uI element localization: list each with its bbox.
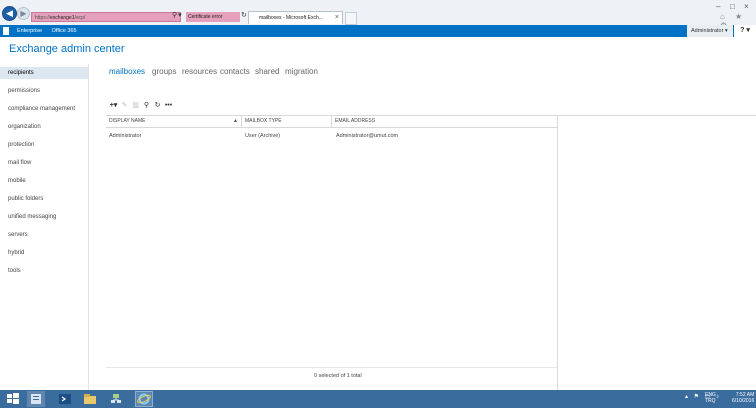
left-nav: recipients permissions compliance manage…	[0, 64, 89, 390]
forward-arrow-icon[interactable]: ▶	[17, 7, 30, 20]
server-manager-icon[interactable]	[27, 391, 45, 407]
nav-item-unified-messaging[interactable]: unified messaging	[0, 211, 88, 223]
search-icon[interactable]: ⚲	[141, 101, 152, 109]
nav-item-mobile[interactable]: mobile	[0, 175, 88, 187]
clock[interactable]: 7:52 AM 6/10/2016	[732, 392, 754, 404]
delete-icon: ▥	[132, 102, 139, 109]
column-header-display-name-label: DISPLAY NAME	[109, 118, 146, 124]
network-icon[interactable]	[107, 391, 125, 407]
nav-item-recipients[interactable]: recipients	[0, 67, 88, 79]
browser-tab[interactable]: mailboxes - Microsoft Exch... ×	[248, 11, 343, 24]
details-pane-divider[interactable]	[557, 115, 558, 391]
topbar-link-office365[interactable]: Office 365	[52, 28, 77, 34]
grid-footer-divider	[106, 367, 557, 368]
certificate-error-badge[interactable]: Certificate error	[186, 12, 240, 22]
suite-bar: Enterprise Office 365	[0, 25, 756, 37]
tab-shared[interactable]: shared	[255, 67, 279, 76]
tab-mailboxes[interactable]: mailboxes	[109, 67, 145, 76]
office-logo-icon	[3, 27, 9, 35]
language-indicator[interactable]: ENG TRQ	[705, 392, 716, 404]
clock-date: 6/10/2016	[732, 398, 755, 404]
address-suffix: /ecp/	[74, 15, 86, 21]
tab-contacts[interactable]: contacts	[220, 67, 250, 76]
powershell-icon[interactable]	[56, 391, 74, 407]
refresh-page-icon[interactable]: ↻	[241, 11, 247, 19]
close-window-icon[interactable]: ×	[744, 2, 749, 11]
tab-migration[interactable]: migration	[285, 67, 318, 76]
cell-email-address: Administrator@umut.com	[336, 133, 399, 139]
minimize-icon[interactable]: –	[716, 2, 720, 11]
certificate-error-label: Certificate error	[188, 14, 223, 20]
close-tab-icon[interactable]: ×	[335, 12, 339, 24]
nav-item-hybrid[interactable]: hybrid	[0, 247, 88, 259]
cell-mailbox-type: User (Archive)	[245, 133, 281, 139]
nav-item-mail-flow[interactable]: mail flow	[0, 157, 88, 169]
nav-item-tools[interactable]: tools	[0, 265, 88, 277]
nav-item-permissions[interactable]: permissions	[0, 85, 88, 97]
topbar-link-enterprise[interactable]: Enterprise	[17, 28, 42, 34]
column-header-email-address[interactable]: EMAIL ADDRESS	[332, 115, 558, 127]
nav-item-protection[interactable]: protection	[0, 139, 88, 151]
page-title: Exchange admin center	[9, 43, 125, 55]
tab-resources[interactable]: resources	[182, 67, 217, 76]
tray-region: TRQ	[705, 398, 716, 404]
internet-explorer-icon[interactable]	[135, 391, 153, 407]
back-arrow-icon[interactable]: ◀	[2, 6, 17, 21]
new-tab-button[interactable]	[345, 12, 357, 25]
tab-groups[interactable]: groups	[152, 67, 176, 76]
refresh-icon[interactable]: ↻	[152, 101, 163, 109]
column-header-display-name[interactable]: DISPLAY NAME ▲	[106, 115, 242, 127]
selection-status: 0 selected of 1 total	[314, 373, 362, 379]
grid-toolbar: +▾ ✎ ▥ ⚲ ↻ •••	[108, 101, 174, 111]
address-prefix: https://	[35, 15, 51, 21]
mailbox-grid	[106, 115, 756, 392]
nav-item-organization[interactable]: organization	[0, 121, 88, 133]
address-search-icon[interactable]: ⚲▾	[172, 11, 183, 19]
edit-icon: ✎	[121, 102, 128, 109]
user-menu[interactable]: Administrator ▾	[687, 25, 733, 37]
nav-item-public-folders[interactable]: public folders	[0, 193, 88, 205]
address-bar[interactable]: https://exchange1/ecp/	[31, 12, 181, 22]
more-icon[interactable]: •••	[163, 102, 174, 109]
help-button[interactable]: ? ▾	[734, 25, 756, 37]
sort-ascending-icon: ▲	[233, 118, 238, 124]
cell-display-name: Administrator	[109, 133, 142, 139]
nav-item-servers[interactable]: servers	[0, 229, 88, 241]
column-header-mailbox-type[interactable]: MAILBOX TYPE	[242, 115, 332, 127]
grid-header-divider	[106, 127, 558, 128]
address-host: exchange1	[50, 15, 75, 21]
windows-start-icon[interactable]	[4, 391, 22, 407]
maximize-icon[interactable]: □	[730, 2, 735, 11]
file-explorer-icon[interactable]	[81, 391, 99, 407]
browser-tab-title: mailboxes - Microsoft Exch...	[259, 15, 323, 21]
nav-item-compliance-management[interactable]: compliance management	[0, 103, 88, 115]
add-icon[interactable]: +▾	[108, 101, 119, 109]
